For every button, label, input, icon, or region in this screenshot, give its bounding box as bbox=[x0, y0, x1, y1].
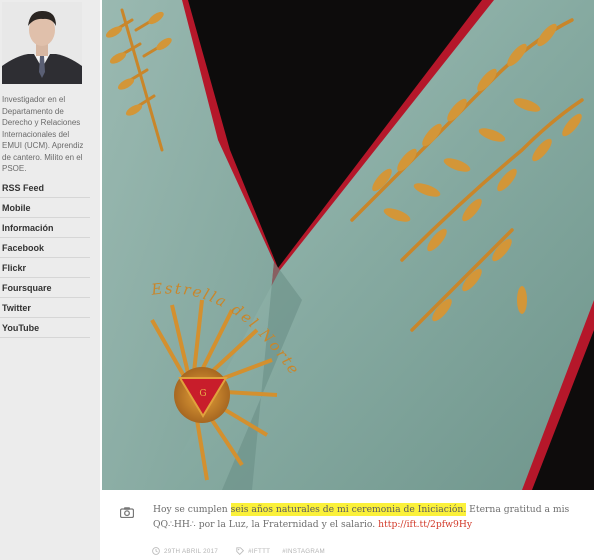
sidebar-item-twitter[interactable]: Twitter bbox=[0, 298, 90, 318]
caption-text: Hoy se cumplen bbox=[153, 504, 231, 515]
sidebar-item-rss-feed[interactable]: RSS Feed bbox=[0, 178, 90, 198]
post-caption: Hoy se cumplen seis años naturales de mi… bbox=[153, 502, 585, 532]
post-card: G Estrella del Norte Hoy se cumplen seis… bbox=[100, 0, 594, 560]
sidebar: Investigador en el Departamento de Derec… bbox=[0, 0, 92, 560]
sidebar-item-label[interactable]: Foursquare bbox=[2, 283, 52, 293]
avatar-portrait bbox=[2, 2, 82, 84]
sidebar-item-label[interactable]: Mobile bbox=[2, 203, 31, 213]
camera-icon bbox=[120, 507, 134, 518]
sidebar-item-mobile[interactable]: Mobile bbox=[0, 198, 90, 218]
svg-text:G: G bbox=[199, 389, 206, 399]
sidebar-item-youtube[interactable]: YouTube bbox=[0, 318, 90, 338]
sidebar-item-label[interactable]: Flickr bbox=[2, 263, 26, 273]
photo-artwork: G Estrella del Norte bbox=[102, 0, 594, 490]
sidebar-item-facebook[interactable]: Facebook bbox=[0, 238, 90, 258]
sidebar-item-label[interactable]: RSS Feed bbox=[2, 183, 44, 193]
sidebar-item-label[interactable]: YouTube bbox=[2, 323, 39, 333]
post-tag-ifttt[interactable]: #IFTTT bbox=[248, 548, 270, 555]
sidebar-item-label[interactable]: Twitter bbox=[2, 303, 31, 313]
avatar[interactable] bbox=[2, 2, 82, 84]
sidebar-item-informacion[interactable]: Información bbox=[0, 218, 90, 238]
post-meta: 29TH ABRIL 2017 #IFTTT #INSTAGRAM bbox=[152, 547, 325, 555]
bio-text: Investigador en el Departamento de Derec… bbox=[2, 95, 84, 173]
post-tag-instagram[interactable]: #INSTAGRAM bbox=[282, 548, 325, 555]
post-photo[interactable]: G Estrella del Norte bbox=[102, 0, 594, 490]
sidebar-item-label[interactable]: Información bbox=[2, 223, 54, 233]
post-link[interactable]: http://ift.tt/2pfw9Hy bbox=[378, 519, 472, 530]
post-date[interactable]: 29TH ABRIL 2017 bbox=[164, 548, 218, 555]
caption-highlight: seis años naturales de mi ceremonia de I… bbox=[230, 503, 467, 516]
sidebar-item-foursquare[interactable]: Foursquare bbox=[0, 278, 90, 298]
clock-icon bbox=[152, 547, 160, 555]
tag-icon bbox=[236, 547, 245, 555]
sidebar-nav: RSS Feed Mobile Información Facebook Fli… bbox=[0, 178, 90, 338]
sidebar-item-label[interactable]: Facebook bbox=[2, 243, 44, 253]
sidebar-item-flickr[interactable]: Flickr bbox=[0, 258, 90, 278]
